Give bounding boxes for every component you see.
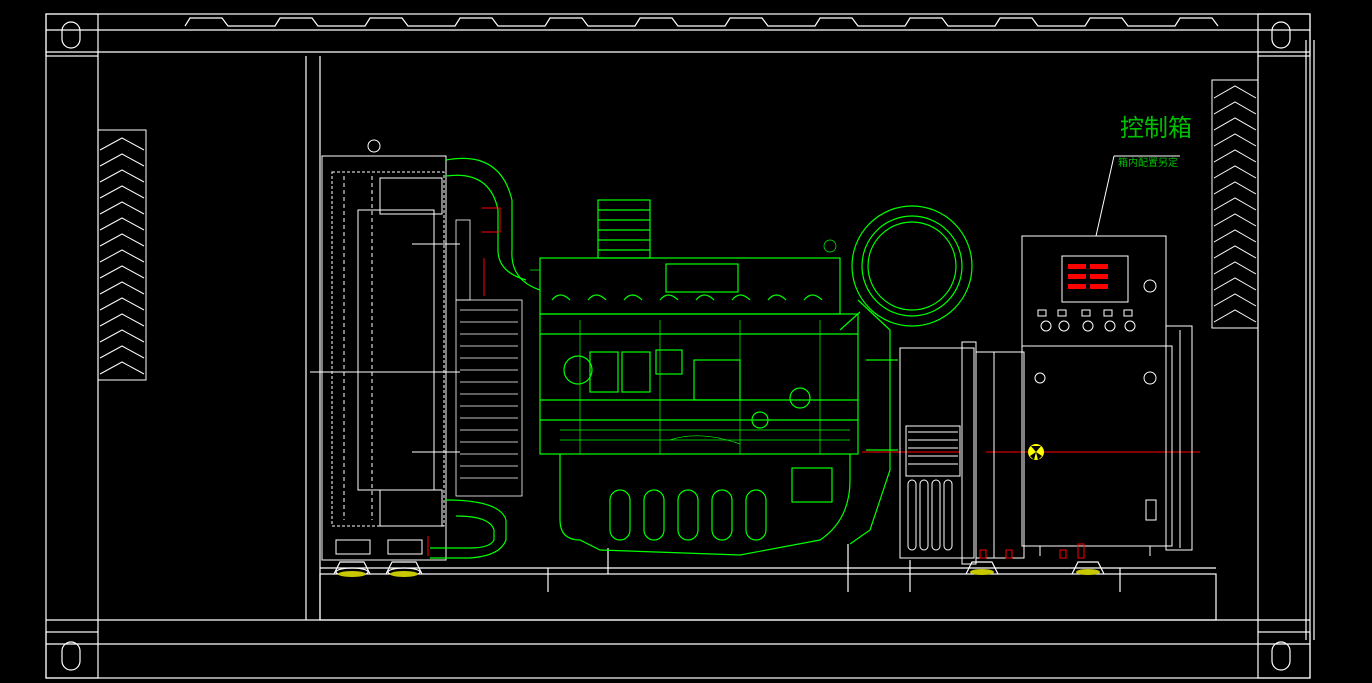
cad-drawing-canvas: 控制箱 箱内配置另定 (0, 0, 1372, 679)
generator-set-drawing: 控制箱 箱内配置另定 (0, 0, 1372, 679)
warning-symbol (1028, 444, 1044, 460)
control-box-subtitle: 箱内配置另定 (1118, 156, 1178, 169)
control-box-title: 控制箱 (1120, 114, 1192, 142)
